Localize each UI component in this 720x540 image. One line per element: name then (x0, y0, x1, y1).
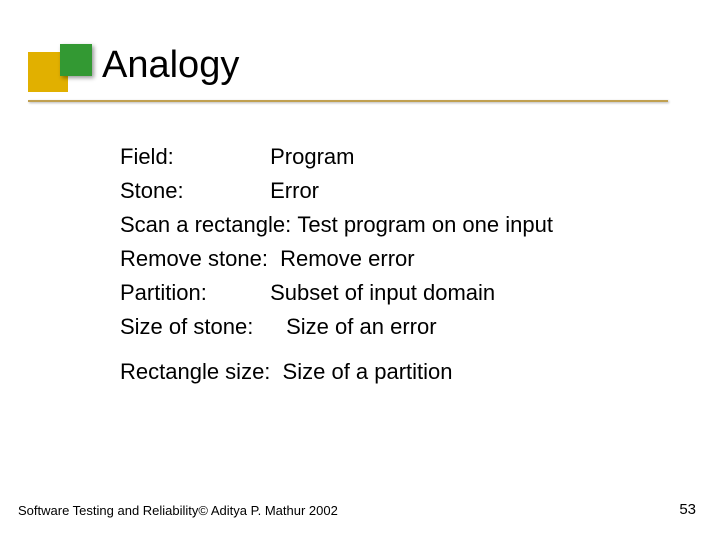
slide: Analogy Field: Program Stone: Error Scan… (0, 0, 720, 540)
slide-number: 53 (679, 501, 696, 518)
analogy-label: Rectangle size: (120, 355, 270, 389)
analogy-value: Size of a partition (283, 355, 453, 389)
analogy-label: Remove stone: (120, 242, 268, 276)
analogy-row: Stone: Error (120, 174, 553, 208)
title-underline (28, 100, 668, 102)
analogy-row: Partition: Subset of input domain (120, 276, 553, 310)
analogy-row: Remove stone: Remove error (120, 242, 553, 276)
analogy-value: Size of an error (286, 310, 436, 344)
analogy-value: Program (270, 140, 354, 174)
footer-copyright: Software Testing and Reliability© Aditya… (18, 503, 338, 518)
analogy-value: Remove error (280, 242, 414, 276)
analogy-label: Partition: (120, 276, 264, 310)
analogy-row: Scan a rectangle: Test program on one in… (120, 208, 553, 242)
analogy-label: Field: (120, 140, 264, 174)
content-area: Field: Program Stone: Error Scan a recta… (120, 140, 553, 389)
analogy-value: Test program on one input (297, 208, 553, 242)
analogy-label: Stone: (120, 174, 264, 208)
analogy-row: Size of stone: Size of an error (120, 310, 553, 344)
title-decor-front-square (60, 44, 92, 76)
analogy-row: Field: Program (120, 140, 553, 174)
analogy-value: Subset of input domain (270, 276, 495, 310)
analogy-row: Rectangle size: Size of a partition (120, 355, 553, 389)
slide-title: Analogy (102, 44, 239, 87)
analogy-value: Error (270, 174, 319, 208)
analogy-label: Scan a rectangle: (120, 208, 291, 242)
analogy-label: Size of stone: (120, 310, 280, 344)
